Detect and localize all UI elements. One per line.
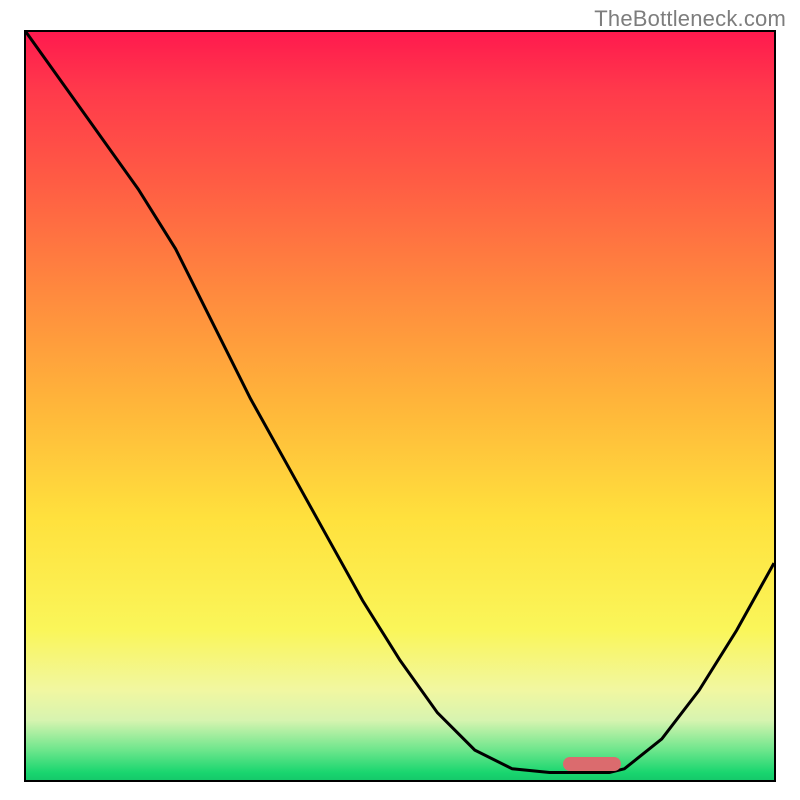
bottleneck-curve [26, 32, 774, 773]
curve-svg [26, 32, 774, 780]
plot-frame [24, 30, 776, 782]
valley-marker [563, 757, 621, 771]
chart-container: TheBottleneck.com [0, 0, 800, 800]
watermark-text: TheBottleneck.com [594, 6, 786, 32]
